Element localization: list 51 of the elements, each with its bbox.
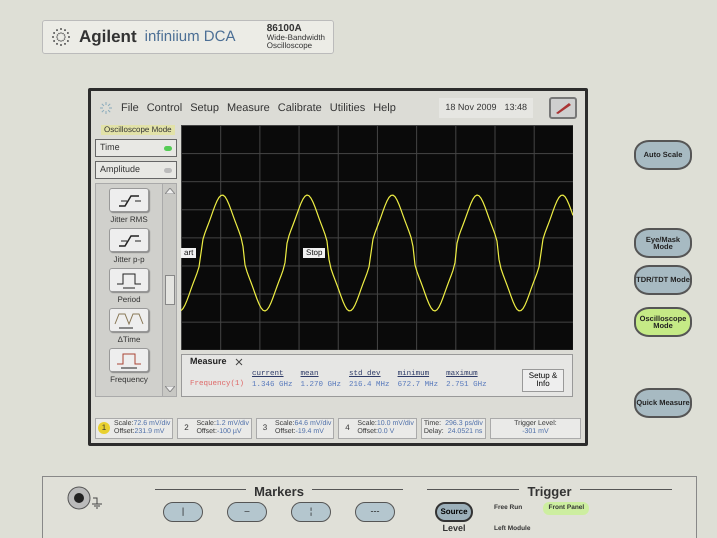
level-label: Level — [442, 522, 466, 535]
menu-item[interactable]: Utilities — [330, 100, 366, 116]
measurement-label: Period — [117, 296, 141, 304]
scroll-down-icon — [164, 386, 174, 392]
menu-item[interactable]: Setup — [190, 100, 219, 116]
channel-number: 2 — [183, 422, 190, 434]
group-title: Trigger — [527, 485, 572, 498]
panel-tab[interactable]: Measure — [190, 355, 227, 368]
product-name: infiniium DCA — [144, 26, 236, 47]
scrollbar[interactable] — [162, 184, 176, 396]
menu-item[interactable]: Measure — [226, 100, 270, 116]
model-number: 86100A — [266, 24, 303, 34]
scrollbar-thumb[interactable] — [164, 275, 174, 306]
menu-item[interactable]: File — [121, 100, 139, 116]
marker-button[interactable]: – — [227, 502, 267, 522]
date-text: 18 Nov 2009 — [445, 101, 496, 114]
brand-name: Agilent — [79, 26, 137, 48]
category-label: Time — [100, 141, 120, 154]
marker-tag: Stop — [303, 248, 326, 258]
menu-item[interactable]: Help — [373, 100, 396, 116]
marker-button[interactable]: --- — [355, 502, 395, 522]
mode-label: Oscilloscope Mode — [101, 125, 175, 135]
menu-item[interactable]: Control — [146, 100, 182, 116]
channel-number: 3 — [262, 422, 268, 434]
category-dropdown[interactable]: Time — [95, 139, 177, 157]
measurement-button[interactable] — [109, 268, 149, 292]
source-button[interactable]: Source — [435, 502, 473, 522]
channel-number: 4 — [344, 422, 351, 434]
menu-item[interactable]: Calibrate — [278, 100, 322, 116]
marker-tag: art — [181, 248, 196, 258]
measurement-label: Jitter RMS — [110, 216, 148, 224]
measurement-label: Jitter p-p — [113, 256, 145, 264]
measurement-button[interactable] — [109, 188, 149, 212]
close-icon — [234, 358, 243, 366]
marker-button[interactable]: ¦ — [291, 502, 331, 522]
group-title: Markers — [254, 485, 304, 498]
logo-icon — [51, 27, 71, 47]
measurement-label: Frequency — [110, 376, 148, 384]
measurement-label: ΔTime — [118, 336, 140, 344]
marker-button[interactable]: | — [163, 502, 203, 522]
logo-icon — [99, 101, 113, 115]
model-subtitle: Wide-Bandwidth — [266, 34, 325, 42]
category-dropdown[interactable]: Amplitude — [95, 161, 177, 179]
setup-info-button[interactable]: Setup & Info — [522, 368, 564, 392]
measurement-button[interactable] — [109, 228, 149, 252]
category-label: Amplitude — [100, 163, 140, 176]
model-subtitle: Oscilloscope — [266, 42, 314, 50]
scroll-up-icon — [164, 188, 174, 194]
time-text: 13:48 — [504, 101, 527, 114]
channel-number: 1 — [98, 422, 110, 434]
touch-toggle-button[interactable] — [549, 97, 577, 119]
